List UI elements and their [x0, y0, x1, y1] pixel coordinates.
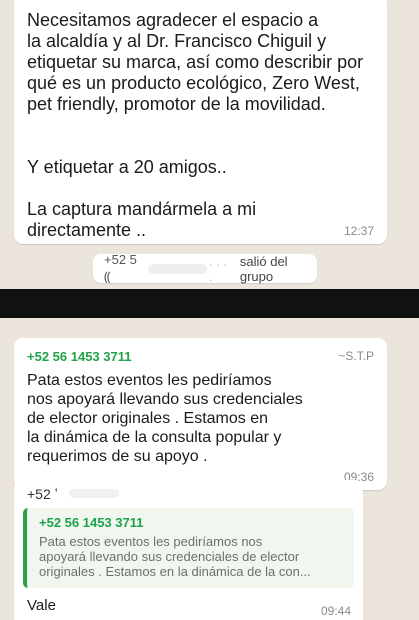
system-notice-label: salió del grupo — [239, 253, 288, 284]
redacted-number — [69, 489, 119, 498]
reply-text: Vale — [27, 597, 56, 614]
message-time: 09:44 — [320, 604, 351, 618]
message-text: Pata estos eventos les pediríamos nos ap… — [27, 372, 303, 465]
message-bubble[interactable]: +52 56 1453 3711 ~S.T.P Pata estos event… — [14, 338, 387, 490]
reply-message-bubble[interactable]: +52 ʽ +52 56 1453 3711 Pata estos evento… — [14, 480, 363, 620]
redacted-number — [148, 263, 207, 274]
sender-pushname: ~S.T.P — [338, 349, 374, 363]
system-notice: +52 5 ⸨ . . . . salió del grupo — [93, 252, 317, 284]
message-text: Necesitamos agradecer el espacio a la al… — [27, 10, 364, 240]
quoted-message[interactable]: +52 56 1453 3711 Pata estos eventos les … — [23, 508, 354, 588]
screenshot-divider — [0, 289, 419, 318]
sender-number[interactable]: +52 56 1453 3711 — [27, 349, 131, 364]
system-notice-number: +52 5 ⸨ — [104, 252, 140, 284]
chat-screenshot-bottom: +52 56 1453 3711 ~S.T.P Pata estos event… — [0, 318, 419, 620]
ellipsis-dots: . . . . — [208, 253, 227, 284]
message-bubble[interactable]: Necesitamos agradecer el espacio a la al… — [14, 0, 387, 244]
quoted-text: Pata estos eventos les pediríamos nos ap… — [39, 534, 311, 579]
sender-number[interactable]: +52 ʽ — [27, 486, 58, 502]
message-time: 12:37 — [343, 224, 374, 238]
chat-screenshot-top: Necesitamos agradecer el espacio a la al… — [0, 0, 419, 289]
quoted-sender: +52 56 1453 3711 — [39, 515, 144, 530]
